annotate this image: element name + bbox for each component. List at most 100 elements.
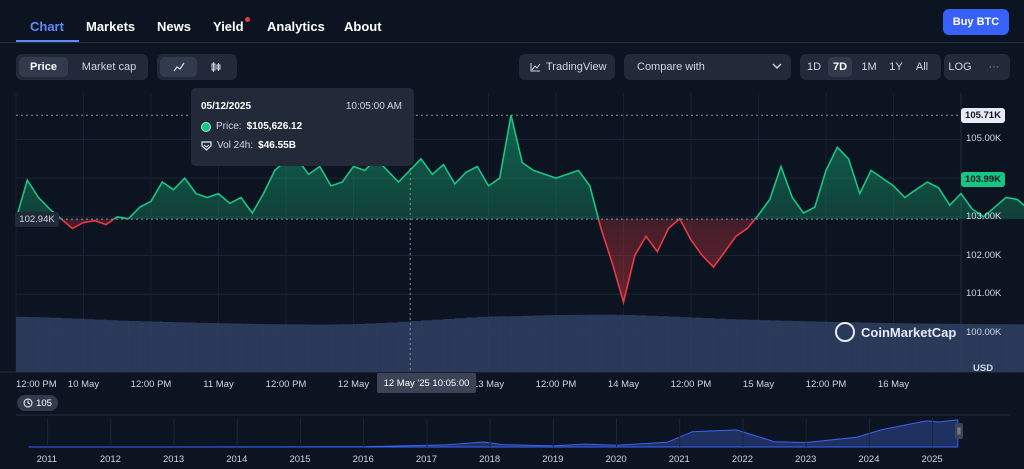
- x-tick-label: 12 May: [337, 379, 370, 390]
- volume-bar: [218, 323, 231, 372]
- volume-bar: [724, 319, 737, 372]
- hover-time-label: 12 May '25 10:05:00: [377, 373, 476, 393]
- volume-bar: [713, 318, 726, 372]
- price-tooltip: 05/12/2025 10:05:00 AM Price: $105,626.1…: [191, 88, 414, 166]
- overview-year-label: 2021: [668, 454, 690, 465]
- price-dot-icon: [201, 121, 211, 132]
- volume-bar: [758, 320, 771, 372]
- volume-bar: [263, 324, 276, 372]
- volume-bar: [578, 314, 591, 372]
- volume-bar: [207, 323, 219, 372]
- volume-bar: [331, 324, 343, 372]
- price-areas: [16, 115, 1024, 302]
- tooltip-volume-row: Vol 24h: $46.55B: [201, 140, 296, 151]
- x-tick-label: 12:00 PM: [130, 379, 172, 390]
- tooltip-price-row: Price: $105,626.12: [201, 121, 302, 132]
- volume-bar: [691, 317, 703, 372]
- volume-bar: [589, 314, 602, 372]
- baseline-price-tag: 102.94K: [15, 212, 59, 228]
- volume-bar: [769, 320, 782, 372]
- volume-bar: [319, 324, 332, 372]
- x-tick-label: 12:00 PM: [16, 379, 57, 390]
- overview-area: [28, 419, 959, 448]
- overview-year-label: 2017: [415, 454, 437, 465]
- y-tick-label: 105.00K: [966, 133, 1002, 145]
- overview-year-label: 2011: [36, 454, 58, 465]
- volume-bar: [94, 319, 107, 372]
- volume-bar: [646, 315, 658, 372]
- volume-bar: [443, 318, 456, 372]
- volume-bar: [229, 323, 242, 372]
- volume-bar: [567, 314, 579, 372]
- volume-bar: [27, 317, 39, 372]
- overview-year-label: 2020: [605, 454, 627, 465]
- overview-year-label: 2014: [226, 454, 248, 465]
- x-tick-label: 11 May: [203, 379, 234, 390]
- volume-bar: [533, 315, 546, 372]
- volume-bar: [16, 316, 28, 372]
- y-tick-label: 102.00K: [966, 249, 1002, 261]
- volume-bar: [781, 320, 793, 372]
- volume-badge-value: 105: [36, 397, 52, 409]
- volume-bar: [488, 316, 501, 372]
- volume-bar: [634, 315, 647, 372]
- volume-bar: [241, 323, 253, 372]
- volume-icon: [201, 140, 212, 151]
- volume-bar: [522, 315, 534, 372]
- volume-bar: [623, 315, 636, 372]
- volume-bar: [387, 322, 399, 372]
- coinmarketcap-logo-icon: [835, 322, 855, 342]
- volume-bar: [432, 319, 444, 372]
- volume-bar: [38, 317, 51, 372]
- volume-bar: [162, 321, 174, 372]
- current-price-tag: 103.99K: [961, 171, 1005, 187]
- tooltip-price-value: $105,626.12: [246, 121, 303, 132]
- overview-year-label: 2025: [921, 454, 943, 465]
- overview-navigator[interactable]: [28, 418, 959, 448]
- x-tick-label: 14 May: [607, 379, 640, 390]
- volume-bar: [657, 316, 669, 372]
- volume-bar: [1017, 324, 1024, 372]
- volume-bar: [173, 322, 186, 372]
- y-axis-unit: USD: [973, 363, 994, 374]
- price-area-up: [16, 115, 1024, 220]
- volume-bar: [61, 318, 73, 372]
- volume-bar: [297, 324, 309, 372]
- volume-toggle[interactable]: 105: [17, 395, 58, 411]
- navigator-handle[interactable]: ||: [955, 423, 963, 439]
- volume-bar: [668, 316, 681, 372]
- tooltip-time: 10:05:00 AM: [345, 101, 402, 112]
- volume-bar: [151, 321, 163, 372]
- volume-bar: [792, 321, 804, 372]
- overview-year-label: 2012: [99, 454, 121, 465]
- volume-bar: [274, 324, 287, 372]
- volume-bar: [814, 321, 827, 372]
- volume-bar: [353, 324, 366, 372]
- volume-bar: [679, 317, 692, 372]
- volume-bar: [139, 321, 152, 372]
- y-tick-label: 101.00K: [966, 288, 1002, 300]
- overview-year-label: 2023: [795, 454, 817, 465]
- volume-bar: [747, 319, 759, 372]
- tooltip-price-label: Price:: [216, 121, 242, 132]
- volume-bar: [83, 319, 96, 372]
- y-tick-label: 103.00K: [966, 210, 1002, 222]
- coinmarketcap-watermark: CoinMarketCap: [835, 322, 956, 342]
- tooltip-volume-label: Vol 24h:: [217, 140, 254, 151]
- overview-year-label: 2016: [352, 454, 374, 465]
- tooltip-date: 05/12/2025: [201, 101, 252, 112]
- overview-year-label: 2022: [731, 454, 754, 465]
- volume-bar: [128, 321, 141, 372]
- high-price-tag: 105.71K: [961, 108, 1005, 124]
- volume-bar: [499, 316, 512, 372]
- price-chart[interactable]: [0, 0, 1024, 469]
- volume-bar: [511, 316, 523, 372]
- volume-bar: [544, 315, 557, 372]
- volume-bar: [196, 322, 208, 372]
- volume-bar: [342, 324, 354, 372]
- volume-bar: [477, 316, 489, 372]
- volume-bar: [117, 320, 129, 372]
- history-icon: [23, 398, 33, 408]
- x-tick-label: 12:00 PM: [535, 379, 577, 390]
- x-tick-label: 15 May: [742, 379, 775, 390]
